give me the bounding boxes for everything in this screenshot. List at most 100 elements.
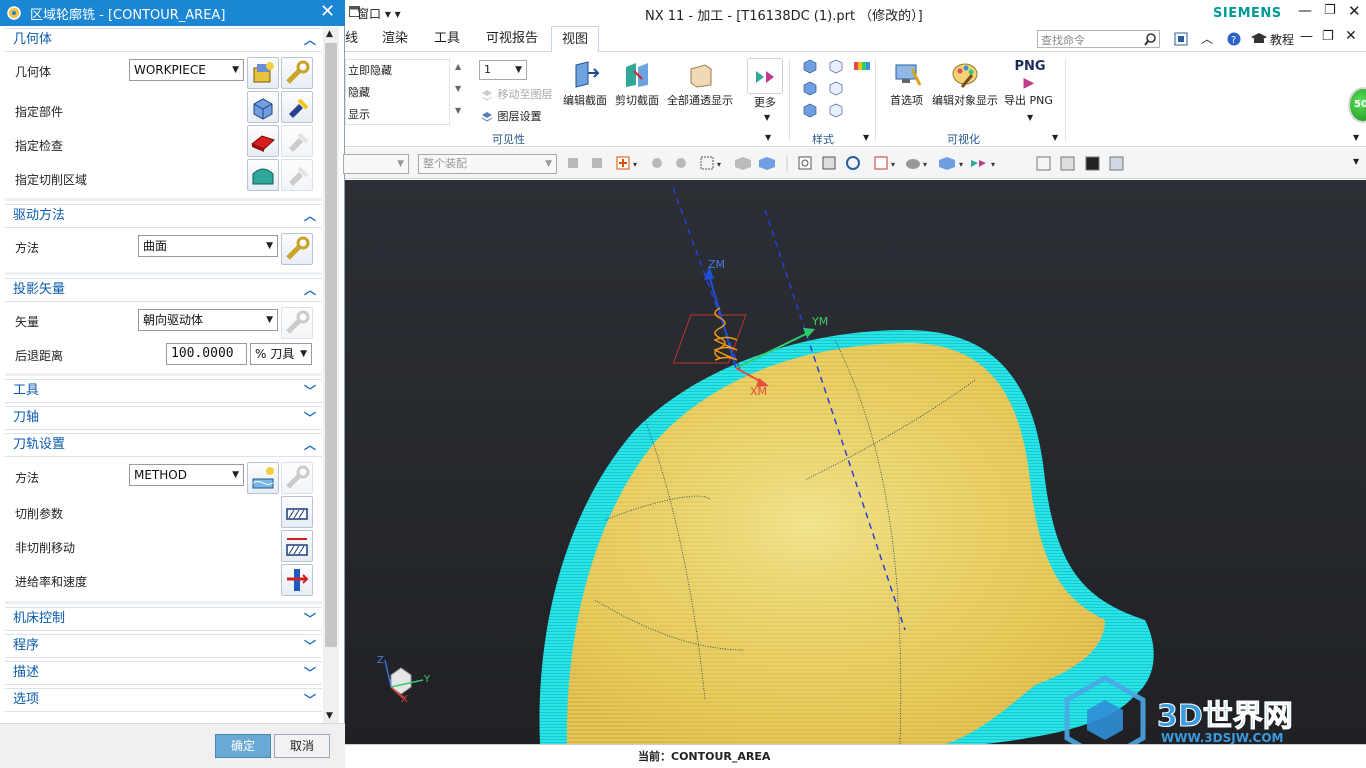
specify-part-button[interactable] xyxy=(247,91,279,123)
assembly-scope-select[interactable]: 整个装配 ▼ xyxy=(418,154,557,174)
hide-button[interactable]: 隐藏 xyxy=(348,84,370,100)
cut-area-icon xyxy=(252,168,274,185)
vector-select[interactable]: 朝向驱动体 ▼ xyxy=(138,309,278,331)
dropdown-arrow-icon: ▼ xyxy=(300,349,307,359)
doc-restore-icon[interactable]: ❐ xyxy=(1322,29,1334,44)
tab-render[interactable]: 渲染 xyxy=(372,26,418,52)
geometry-select[interactable]: WORKPIECE ▼ xyxy=(129,59,244,81)
selection-filter-select[interactable]: ▼ xyxy=(343,154,409,174)
retract-unit-select[interactable]: % 刀具 ▼ xyxy=(250,343,312,365)
more-button[interactable]: 更多 xyxy=(750,61,780,110)
command-search[interactable]: 查找命令 xyxy=(1037,30,1160,48)
specify-check-label: 指定检查 xyxy=(15,139,64,153)
section-machine-header[interactable]: 机床控制 ﹀ xyxy=(5,607,322,631)
expand-gallery-icon[interactable]: ▼ xyxy=(455,106,461,115)
ribbon-options-icon[interactable]: ▼ xyxy=(1353,133,1359,142)
tutorial-link[interactable]: 教程 xyxy=(1270,31,1294,48)
more-dropdown-icon[interactable]: ▼ xyxy=(764,113,770,122)
path-method-select[interactable]: METHOD ▼ xyxy=(129,464,244,486)
minimize-icon[interactable]: — xyxy=(1298,3,1312,19)
scroll-down-icon[interactable]: ▼ xyxy=(326,711,333,721)
immediate-hide-button[interactable]: 立即隐藏 xyxy=(348,62,392,78)
model-view[interactable]: ZM YM XM Z Y X 3D世界网 WWW.3DSJW.COM xyxy=(345,180,1366,744)
edit-object-display-icon xyxy=(952,63,978,88)
display-part-button[interactable] xyxy=(281,91,313,123)
cancel-button[interactable]: 取消 xyxy=(274,734,330,758)
drive-method-select[interactable]: 曲面 ▼ xyxy=(138,235,278,257)
doc-close-icon[interactable]: ✕ xyxy=(1345,28,1357,44)
display-cut-area-button[interactable] xyxy=(281,159,313,191)
window-menu[interactable]: 窗口 ▾ ▾ xyxy=(357,5,401,22)
path-method-value: METHOD xyxy=(134,468,187,482)
section-drive-header[interactable]: 驱动方法 ︿ xyxy=(5,204,322,228)
export-png-button[interactable]: PNG ▶ 导出 PNG xyxy=(1004,59,1053,108)
group-menu-icon[interactable]: ▼ xyxy=(765,133,771,142)
scroll-up-icon[interactable]: ▲ xyxy=(455,62,461,71)
dialog-titlebar[interactable]: 区域轮廓铣 - [CONTOUR_AREA] ✕ xyxy=(0,0,345,26)
section-description-header[interactable]: 描述 ﹀ xyxy=(5,661,322,685)
group-menu-icon[interactable]: ▼ xyxy=(1052,133,1058,142)
edit-vector-button[interactable] xyxy=(281,307,313,339)
edit-geometry-button[interactable] xyxy=(281,57,313,89)
scroll-down-icon[interactable]: ▼ xyxy=(455,84,461,93)
specify-part-label: 指定部件 xyxy=(15,105,64,119)
scroll-up-icon[interactable]: ▲ xyxy=(326,29,333,39)
non-cut-moves-button[interactable] xyxy=(281,530,313,562)
scrollbar-thumb[interactable] xyxy=(325,43,337,647)
new-geometry-button[interactable] xyxy=(247,57,279,89)
restore-icon[interactable]: ❐ xyxy=(1324,3,1336,18)
section-path-header[interactable]: 刀轨设置 ︿ xyxy=(5,433,322,457)
toolbar-options-icon[interactable]: ▼ xyxy=(1353,157,1359,166)
show-button[interactable]: 显示 xyxy=(348,106,370,122)
layer-value: 1 xyxy=(484,63,491,76)
tab-line[interactable]: 线 xyxy=(335,26,368,52)
retract-distance-input[interactable]: 100.0000 xyxy=(166,343,247,365)
section-options-header[interactable]: 选项 ﹀ xyxy=(5,688,322,712)
svg-text:▾: ▾ xyxy=(633,160,637,169)
preferences-icon xyxy=(895,64,921,86)
doc-minimize-icon[interactable]: — xyxy=(1300,29,1313,44)
search-icon[interactable] xyxy=(1144,33,1157,46)
close-icon[interactable]: ✕ xyxy=(320,1,335,23)
section-title: 工具 xyxy=(13,383,40,398)
help-icon[interactable]: ? xyxy=(1227,32,1241,46)
section-axis-header[interactable]: 刀轴 ﹀ xyxy=(5,406,322,430)
ok-button[interactable]: 确定 xyxy=(215,734,271,758)
display-check-button[interactable] xyxy=(281,125,313,157)
group-menu-icon[interactable]: ▼ xyxy=(863,133,869,142)
tab-view[interactable]: 视图 xyxy=(551,26,600,52)
dialog-scrollbar[interactable]: ▲ ▼ xyxy=(323,27,339,723)
section-program-header[interactable]: 程序 ﹀ xyxy=(5,634,322,658)
clip-section-button[interactable]: 剪切截面 xyxy=(615,59,659,108)
close-window-icon[interactable]: ✕ xyxy=(1348,2,1361,20)
export-dropdown-icon[interactable]: ▼ xyxy=(1027,113,1033,122)
edit-drive-button[interactable] xyxy=(281,233,313,265)
display-mode-icons[interactable] xyxy=(1035,155,1125,173)
tab-tools[interactable]: 工具 xyxy=(424,26,470,52)
layer-settings-button[interactable]: 图层设置 xyxy=(480,108,542,124)
edit-method-button[interactable] xyxy=(281,462,313,494)
utility-icon-strip[interactable]: ▾ ▾ ▾ ▾ ▾ ▾ xyxy=(565,154,1025,174)
section-geometry-header[interactable]: 几何体 ︿ xyxy=(5,28,322,52)
new-method-button[interactable] xyxy=(247,462,279,494)
move-to-layer-button[interactable]: 移动至图层 xyxy=(480,86,553,102)
edit-section-button[interactable]: 编辑截面 xyxy=(563,59,607,108)
tab-visual-report[interactable]: 可视报告 xyxy=(476,26,548,52)
cut-params-button[interactable] xyxy=(281,496,313,528)
specify-cut-area-button[interactable] xyxy=(247,159,279,191)
section-tool-header[interactable]: 工具 ﹀ xyxy=(5,379,322,403)
specify-check-button[interactable] xyxy=(247,125,279,157)
preferences-button[interactable]: 首选项 xyxy=(890,59,923,108)
collapse-ribbon-icon[interactable]: ︿ xyxy=(1201,30,1213,47)
feeds-speeds-button[interactable] xyxy=(281,564,313,596)
style-gallery[interactable] xyxy=(802,59,882,123)
fit-window-icon[interactable] xyxy=(1174,32,1188,46)
svg-text:▾: ▾ xyxy=(891,160,895,169)
graphics-viewport[interactable]: ZM YM XM Z Y X 3D世界网 WWW.3DSJW.COM xyxy=(345,180,1366,744)
edit-object-display-button[interactable]: 编辑对象显示 xyxy=(932,59,998,108)
all-through-button[interactable]: 全部通透显示 xyxy=(667,59,733,108)
section-title: 驱动方法 xyxy=(13,208,66,223)
chevron-down-icon: ﹀ xyxy=(303,612,316,626)
section-projection-header[interactable]: 投影矢量 ︿ xyxy=(5,278,322,302)
layer-select[interactable]: 1 ▼ xyxy=(479,60,527,80)
